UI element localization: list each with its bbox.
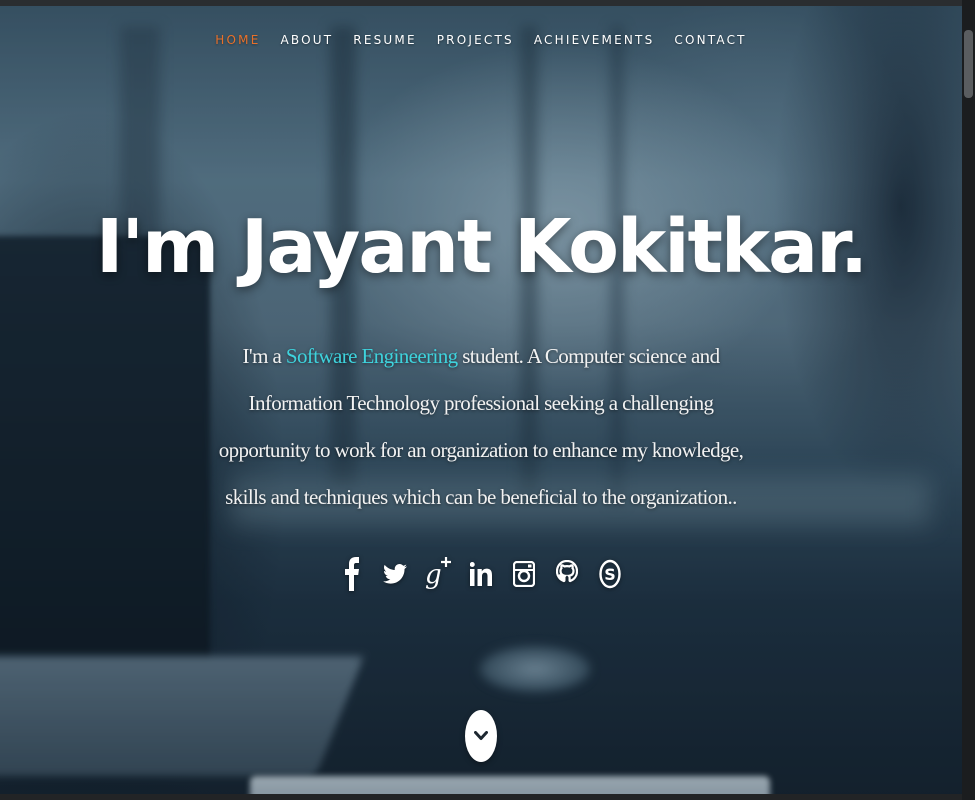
hero-section: HOME ABOUT RESUME PROJECTS ACHIEVEMENTS … [0, 6, 962, 800]
scroll-down-button[interactable] [465, 710, 497, 762]
skype-icon[interactable]: S [597, 554, 624, 594]
nav-item-resume[interactable]: RESUME [353, 33, 416, 47]
bio-rest: student. A Computer science and Informat… [218, 344, 744, 509]
bio-prefix: I'm a [242, 344, 286, 368]
linkedin-icon[interactable] [468, 554, 495, 594]
nav-item-home[interactable]: HOME [215, 33, 260, 47]
browser-window: HOME ABOUT RESUME PROJECTS ACHIEVEMENTS … [0, 0, 975, 800]
vertical-scrollbar[interactable] [962, 0, 975, 800]
twitter-icon[interactable] [382, 554, 409, 594]
chevron-down-icon [474, 731, 488, 740]
hero-headline: I'm Jayant Kokitkar. [95, 203, 868, 290]
bio-highlight: Software Engineering [285, 344, 458, 368]
nav-item-achievements[interactable]: ACHIEVEMENTS [534, 33, 655, 47]
social-links: g S [0, 554, 962, 594]
svg-text:S: S [604, 565, 616, 584]
nav-item-projects[interactable]: PROJECTS [437, 33, 514, 47]
scrollbar-thumb[interactable] [964, 30, 973, 98]
svg-text:g: g [425, 560, 442, 590]
google-plus-icon[interactable]: g [425, 554, 452, 594]
window-bottom-edge [0, 794, 962, 800]
nav-item-about[interactable]: ABOUT [280, 33, 333, 47]
instagram-icon[interactable] [511, 554, 538, 594]
facebook-icon[interactable] [339, 554, 366, 594]
github-icon[interactable] [554, 554, 581, 594]
nav-item-contact[interactable]: CONTACT [674, 33, 746, 47]
hero-bio: I'm a Software Engineering student. A Co… [206, 333, 756, 521]
main-nav: HOME ABOUT RESUME PROJECTS ACHIEVEMENTS … [0, 33, 962, 47]
